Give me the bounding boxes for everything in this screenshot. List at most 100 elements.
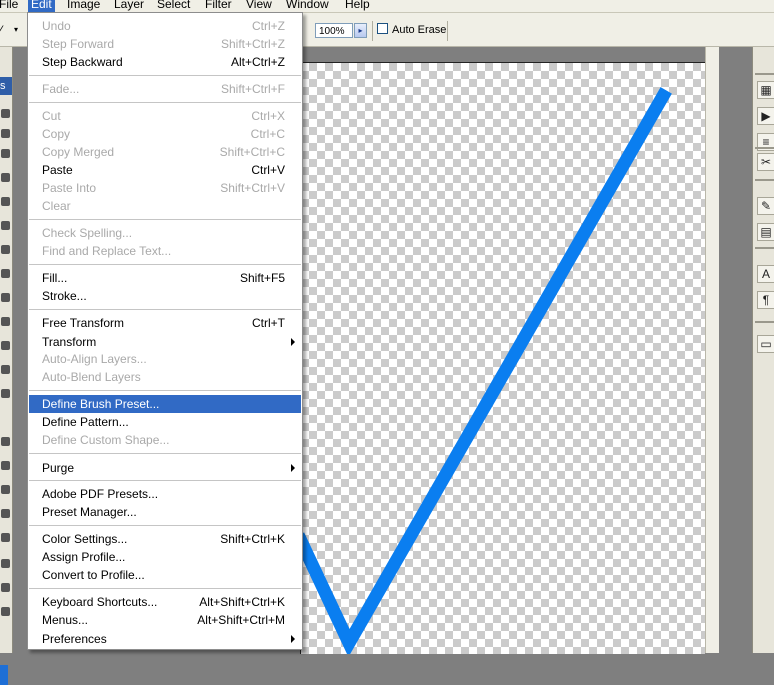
flow-input[interactable]: 100% — [315, 23, 353, 38]
menu-separator — [29, 264, 301, 265]
menu-item-fill[interactable]: Fill... Shift+F5 — [29, 269, 301, 287]
actions-panel-icon[interactable]: ▶ — [757, 107, 774, 125]
screen-mode-icon[interactable] — [1, 583, 10, 592]
panel-group-divider — [755, 73, 774, 75]
menu-view[interactable]: View — [246, 0, 272, 12]
hand-tool-icon[interactable] — [1, 509, 10, 518]
quick-mask-icon[interactable] — [1, 559, 10, 568]
navigator-panel-icon[interactable]: ▦ — [757, 81, 774, 99]
eraser-tool-icon[interactable] — [1, 269, 10, 278]
clone-source-panel-icon[interactable]: ▤ — [757, 223, 774, 241]
lasso-tool-icon[interactable] — [1, 129, 10, 138]
menu-item-define-brush-preset[interactable]: Define Brush Preset... — [29, 395, 301, 413]
toolbox-header: s — [0, 77, 12, 95]
submenu-arrow-icon — [291, 635, 295, 643]
menu-item-paste[interactable]: Paste Ctrl+V — [29, 161, 301, 179]
marquee-tool-icon[interactable] — [1, 109, 10, 118]
menu-item-auto-align[interactable]: Auto-Align Layers... — [29, 350, 301, 368]
menu-separator — [29, 390, 301, 391]
jump-to-icon[interactable] — [1, 607, 10, 616]
brushes-panel-icon[interactable]: ✎ — [757, 197, 774, 215]
menu-item-cut[interactable]: Cut Ctrl+X — [29, 107, 301, 125]
menu-item-preferences[interactable]: Preferences — [29, 630, 301, 648]
workspace-background — [719, 47, 752, 653]
stamp-tool-icon[interactable] — [1, 197, 10, 206]
submenu-arrow-icon — [291, 338, 295, 346]
menu-item-keyboard-shortcuts[interactable]: Keyboard Shortcuts... Alt+Shift+Ctrl+K — [29, 593, 301, 611]
menu-separator — [29, 309, 301, 310]
menu-item-stroke[interactable]: Stroke... — [29, 287, 301, 305]
menu-separator — [29, 588, 301, 589]
panel-dock: ▦ ▶ ≡ ✂ ✎ ▤ A ¶ ▭ — [752, 47, 774, 653]
menu-help[interactable]: Help — [345, 0, 370, 12]
flow-dropdown-icon[interactable]: ▸ — [354, 23, 367, 38]
menu-item-find-replace[interactable]: Find and Replace Text... — [29, 242, 301, 260]
menu-separator — [29, 453, 301, 454]
menu-file[interactable]: File — [0, 0, 18, 12]
menu-item-define-custom-shape[interactable]: Define Custom Shape... — [29, 431, 301, 449]
menu-item-transform[interactable]: Transform — [29, 333, 301, 351]
blur-tool-icon[interactable] — [1, 317, 10, 326]
checkmark-stroke — [301, 87, 672, 654]
panel-group-divider — [755, 321, 774, 323]
menu-item-define-pattern[interactable]: Define Pattern... — [29, 413, 301, 431]
options-separator-2 — [447, 21, 448, 41]
menu-item-step-forward[interactable]: Step Forward Shift+Ctrl+Z — [29, 35, 301, 53]
document-canvas[interactable] — [300, 62, 705, 654]
pen-tool-icon[interactable] — [1, 365, 10, 374]
menu-item-preset-manager[interactable]: Preset Manager... — [29, 503, 301, 521]
healing-tool-icon[interactable] — [1, 173, 10, 182]
menu-item-paste-into[interactable]: Paste Into Shift+Ctrl+V — [29, 179, 301, 197]
menu-edit[interactable]: Edit — [28, 0, 55, 12]
menu-item-pdf-presets[interactable]: Adobe PDF Presets... — [29, 485, 301, 503]
menu-item-undo[interactable]: Undo Ctrl+Z — [29, 17, 301, 35]
menu-item-copy-merged[interactable]: Copy Merged Shift+Ctrl+C — [29, 143, 301, 161]
paragraph-panel-icon[interactable]: ¶ — [757, 291, 774, 309]
vertical-scrollbar[interactable] — [705, 47, 720, 653]
menu-item-clear[interactable]: Clear — [29, 197, 301, 215]
menu-separator — [29, 102, 301, 103]
panel-group-divider — [755, 247, 774, 249]
auto-erase-checkbox[interactable] — [377, 23, 388, 34]
menu-item-menus[interactable]: Menus... Alt+Shift+Ctrl+M — [29, 611, 301, 629]
menu-select[interactable]: Select — [157, 0, 190, 12]
menu-image[interactable]: Image — [67, 0, 100, 12]
tool-presets-panel-icon[interactable]: ✂ — [757, 153, 774, 171]
brush-tool-icon[interactable]: ⁄ — [0, 23, 2, 37]
auto-erase-label: Auto Erase — [392, 24, 447, 36]
edit-menu-dropdown: Undo Ctrl+Z Step Forward Shift+Ctrl+Z Step… — [27, 12, 303, 650]
gradient-tool-icon[interactable] — [1, 293, 10, 302]
foreground-color-swatch[interactable] — [0, 665, 8, 685]
shape-tool-icon[interactable] — [1, 437, 10, 446]
zoom-tool-icon[interactable] — [1, 533, 10, 542]
notes-tool-icon[interactable] — [1, 461, 10, 470]
dodge-tool-icon[interactable] — [1, 341, 10, 350]
history-brush-tool-icon[interactable] — [1, 221, 10, 230]
type-tool-icon[interactable] — [1, 389, 10, 398]
menu-item-free-transform[interactable]: Free Transform Ctrl+T — [29, 314, 301, 332]
menu-separator — [29, 480, 301, 481]
menu-separator — [29, 75, 301, 76]
menu-filter[interactable]: Filter — [205, 0, 232, 12]
menu-item-color-settings[interactable]: Color Settings... Shift+Ctrl+K — [29, 530, 301, 548]
panel-group-divider — [755, 179, 774, 181]
layer-comps-panel-icon[interactable]: ▭ — [757, 335, 774, 353]
brush-tool-icon[interactable] — [1, 245, 10, 254]
character-panel-icon[interactable]: A — [757, 265, 774, 283]
eyedropper-tool-icon[interactable] — [1, 485, 10, 494]
tool-preset-dropdown-icon[interactable]: ▾ — [14, 25, 18, 34]
menu-item-fade[interactable]: Fade... Shift+Ctrl+F — [29, 80, 301, 98]
menu-item-step-backward[interactable]: Step Backward Alt+Ctrl+Z — [29, 53, 301, 71]
menu-item-assign-profile[interactable]: Assign Profile... — [29, 548, 301, 566]
menu-item-auto-blend[interactable]: Auto-Blend Layers — [29, 368, 301, 386]
menu-item-purge[interactable]: Purge — [29, 459, 301, 477]
menu-item-convert-profile[interactable]: Convert to Profile... — [29, 566, 301, 584]
menu-layer[interactable]: Layer — [114, 0, 144, 12]
menu-item-copy[interactable]: Copy Ctrl+C — [29, 125, 301, 143]
toolbox-panel: s — [0, 47, 13, 685]
menu-separator — [29, 525, 301, 526]
menu-item-check-spelling[interactable]: Check Spelling... — [29, 224, 301, 242]
crop-tool-icon[interactable] — [1, 149, 10, 158]
options-separator — [372, 21, 373, 41]
menu-window[interactable]: Window — [286, 0, 329, 12]
